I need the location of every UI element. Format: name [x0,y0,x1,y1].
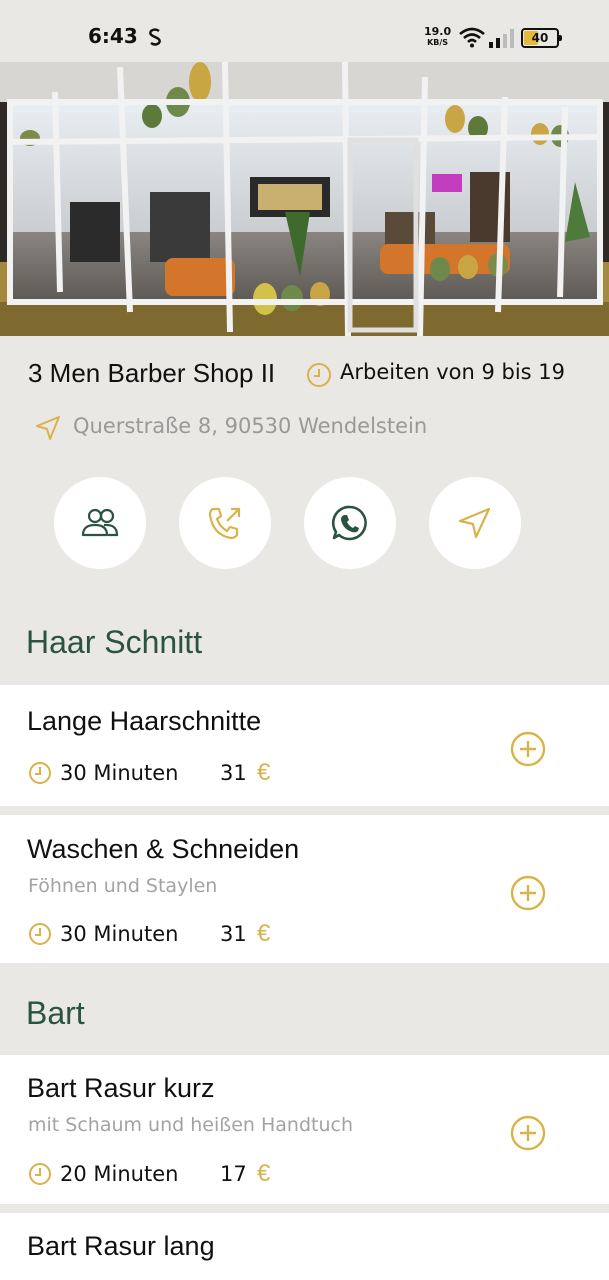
service-name: Waschen & Schneiden [27,834,300,864]
currency-symbol: € [257,759,271,786]
team-button[interactable] [54,477,146,569]
shop-address[interactable]: Querstraße 8, 90530 Wendelstein [73,414,427,438]
shop-name: 3 Men Barber Shop II [28,358,276,388]
status-time: 6:43 [88,24,138,48]
service-card[interactable]: Lange Haarschnitte 30 Minuten 31 € [0,685,609,806]
phone-icon [208,507,241,540]
currency-symbol: € [257,1160,271,1187]
service-duration: 20 Minuten [60,1162,179,1186]
add-service-icon[interactable] [510,1115,546,1151]
sync-icon [149,28,161,46]
location-arrow-icon [36,416,60,440]
clock-icon [29,762,51,784]
status-bar: 6:43 19.0 KB/S 40 [0,0,609,62]
shop-photo [0,62,609,336]
clock-icon [29,923,51,945]
service-card[interactable]: Bart Rasur lang [0,1213,609,1280]
service-description: Föhnen und Staylen [28,875,218,897]
service-name: Bart Rasur kurz [27,1073,215,1103]
add-service-icon[interactable] [510,875,546,911]
team-icon [81,508,119,537]
net-speed: 19.0 KB/S [424,25,452,47]
service-name: Lange Haarschnitte [27,706,262,736]
opening-hours: Arbeiten von 9 bis 19 [340,360,566,384]
add-service-icon[interactable] [510,731,546,767]
signal-icon [489,29,514,48]
service-description: mit Schaum und heißen Handtuch [28,1114,354,1136]
service-price: 17 [220,1162,247,1186]
section-title-haar-schnitt: Haar Schnitt [26,624,203,660]
battery-icon: 40 [521,28,562,48]
service-card[interactable]: Bart Rasur kurz mit Schaum und heißen Ha… [0,1055,609,1204]
call-button[interactable] [179,477,271,569]
currency-symbol: € [257,920,271,947]
clock-icon [307,363,331,387]
section-title-bart: Bart [26,995,85,1031]
wifi-icon [459,27,485,48]
service-price: 31 [220,761,247,785]
clock-icon [29,1163,51,1185]
service-price: 31 [220,922,247,946]
service-duration: 30 Minuten [60,761,179,785]
service-duration: 30 Minuten [60,922,179,946]
navigation-icon [458,507,491,539]
service-name: Bart Rasur lang [27,1231,215,1261]
whatsapp-icon [331,505,367,541]
whatsapp-button[interactable] [304,477,396,569]
service-card[interactable]: Waschen & Schneiden Föhnen und Staylen 3… [0,815,609,963]
navigate-button[interactable] [429,477,521,569]
battery-level: 40 [531,31,549,45]
